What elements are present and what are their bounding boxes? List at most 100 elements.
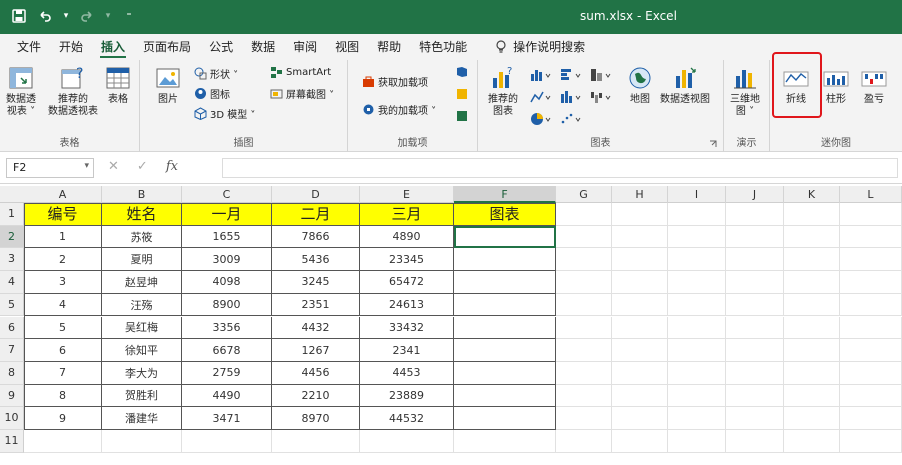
cell-k8[interactable] [784, 361, 840, 385]
cell-l9[interactable] [840, 384, 902, 408]
cell-j4[interactable] [726, 271, 784, 294]
cell-c8[interactable]: 2759 [182, 361, 272, 385]
cell-k3[interactable] [784, 248, 840, 272]
cell-i7[interactable] [668, 339, 726, 362]
table-button[interactable]: 表格 [104, 64, 132, 106]
cell-f1[interactable]: 图表 [454, 203, 556, 226]
cell-e6[interactable]: 33432 [360, 316, 454, 340]
cell-b2[interactable]: 苏筱 [102, 225, 182, 249]
pie-chart-icon[interactable] [530, 112, 552, 126]
redo-dropdown-icon[interactable]: ▾ [104, 7, 112, 25]
cell-d11[interactable] [272, 430, 360, 453]
cell-a3[interactable]: 2 [24, 248, 102, 272]
bing-maps-icon[interactable] [456, 66, 468, 78]
cell-g6[interactable] [556, 316, 612, 340]
cell-k11[interactable] [784, 430, 840, 453]
row-header-7[interactable]: 7 [0, 339, 24, 362]
cell-k7[interactable] [784, 339, 840, 362]
cell-i4[interactable] [668, 271, 726, 294]
cell-k9[interactable] [784, 384, 840, 408]
cell-a4[interactable]: 3 [24, 271, 102, 294]
enter-icon[interactable]: ✓ [137, 159, 148, 174]
cell-b7[interactable]: 徐知平 [102, 339, 182, 362]
row-header-9[interactable]: 9 [0, 384, 24, 408]
smartart-button[interactable]: SmartArt [270, 66, 331, 79]
cell-l5[interactable] [840, 293, 902, 317]
cell-a6[interactable]: 5 [24, 316, 102, 340]
column-header-k[interactable]: K [784, 186, 840, 203]
cell-j6[interactable] [726, 316, 784, 340]
column-header-h[interactable]: H [612, 186, 668, 203]
tell-me-search[interactable]: 操作说明搜索 [486, 34, 594, 60]
cell-g10[interactable] [556, 407, 612, 430]
cell-c7[interactable]: 6678 [182, 339, 272, 362]
row-header-3[interactable]: 3 [0, 248, 24, 272]
column-chart-icon[interactable] [530, 68, 552, 82]
row-header-1[interactable]: 1 [0, 203, 24, 226]
cell-l8[interactable] [840, 361, 902, 385]
cell-d1[interactable]: 二月 [272, 203, 360, 226]
cell-b9[interactable]: 贺胜利 [102, 384, 182, 408]
cell-j5[interactable] [726, 293, 784, 317]
cell-l6[interactable] [840, 316, 902, 340]
bar-chart-icon[interactable] [560, 68, 582, 82]
cell-g8[interactable] [556, 361, 612, 385]
cell-c5[interactable]: 8900 [182, 293, 272, 317]
cell-l3[interactable] [840, 248, 902, 272]
cell-g1[interactable] [556, 203, 612, 226]
cell-g9[interactable] [556, 384, 612, 408]
cell-i5[interactable] [668, 293, 726, 317]
line-chart-icon[interactable] [530, 90, 552, 104]
cell-k6[interactable] [784, 316, 840, 340]
cell-c1[interactable]: 一月 [182, 203, 272, 226]
cell-h4[interactable] [612, 271, 668, 294]
cell-a2[interactable]: 1 [24, 225, 102, 249]
insert-function-icon[interactable]: fx [166, 159, 178, 174]
cell-f10[interactable] [454, 407, 556, 430]
cell-e2[interactable]: 4890 [360, 225, 454, 249]
cell-a9[interactable]: 8 [24, 384, 102, 408]
cell-f5[interactable] [454, 293, 556, 317]
cell-a11[interactable] [24, 430, 102, 453]
cell-h3[interactable] [612, 248, 668, 272]
cell-a10[interactable]: 9 [24, 407, 102, 430]
icons-button[interactable]: 图标 [194, 86, 230, 101]
cell-g11[interactable] [556, 430, 612, 453]
statistic-chart-icon[interactable] [560, 90, 582, 104]
cell-j8[interactable] [726, 361, 784, 385]
3d-map-button[interactable]: 三维地 图 ˅ [730, 64, 760, 118]
cell-l10[interactable] [840, 407, 902, 430]
cell-e10[interactable]: 44532 [360, 407, 454, 430]
redo-icon[interactable] [78, 7, 96, 25]
tab-help[interactable]: 帮助 [368, 34, 410, 60]
cell-j3[interactable] [726, 248, 784, 272]
cell-c10[interactable]: 3471 [182, 407, 272, 430]
cell-i9[interactable] [668, 384, 726, 408]
cell-c11[interactable] [182, 430, 272, 453]
row-header-4[interactable]: 4 [0, 271, 24, 294]
cell-g3[interactable] [556, 248, 612, 272]
tab-featured[interactable]: 特色功能 [410, 34, 476, 60]
cell-i8[interactable] [668, 361, 726, 385]
cell-d7[interactable]: 1267 [272, 339, 360, 362]
cell-g2[interactable] [556, 225, 612, 249]
cell-c4[interactable]: 4098 [182, 271, 272, 294]
sparkline-column-button[interactable]: 柱形 [822, 64, 850, 106]
cell-c6[interactable]: 3356 [182, 316, 272, 340]
row-header-10[interactable]: 10 [0, 407, 24, 430]
cell-c9[interactable]: 4490 [182, 384, 272, 408]
column-header-f[interactable]: F [454, 186, 556, 203]
save-icon[interactable] [10, 7, 28, 25]
cell-h8[interactable] [612, 361, 668, 385]
recommended-charts-button[interactable]: ? 推荐的 图表 [488, 64, 518, 118]
sparkline-winloss-button[interactable]: 盈亏 [860, 64, 888, 106]
cell-c3[interactable]: 3009 [182, 248, 272, 272]
pivot-table-button[interactable]: 数据透 视表 ˅ [6, 64, 36, 118]
tab-file[interactable]: 文件 [8, 34, 50, 60]
cell-g5[interactable] [556, 293, 612, 317]
cell-j10[interactable] [726, 407, 784, 430]
tab-home[interactable]: 开始 [50, 34, 92, 60]
cell-b6[interactable]: 吴红梅 [102, 316, 182, 340]
cell-k4[interactable] [784, 271, 840, 294]
cell-i2[interactable] [668, 225, 726, 249]
